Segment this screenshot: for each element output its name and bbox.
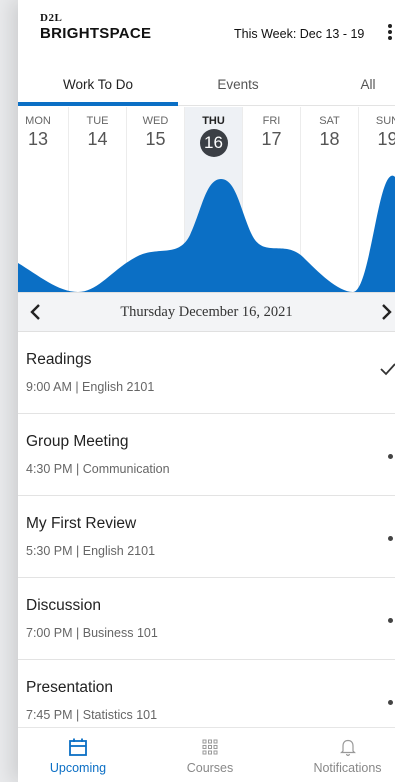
bell-icon [339, 739, 356, 757]
list-item[interactable]: Discussion 7:00 PM | Business 101 [18, 578, 395, 660]
calendar-icon [69, 738, 87, 756]
item-meta: 4:30 PM | Communication [26, 462, 170, 476]
status-dot-icon [388, 618, 393, 623]
item-title: Readings [26, 351, 92, 368]
list-item[interactable]: Readings 9:00 AM | English 2101 [18, 332, 395, 414]
item-meta: 5:30 PM | English 2101 [26, 544, 156, 558]
week-calendar: MON 13 TUE 14 WED 15 THU 16 FRI 17 SAT 1… [18, 107, 395, 292]
nav-label: Courses [186, 761, 234, 775]
workload-wave-graph [18, 175, 395, 292]
list-item[interactable]: Group Meeting 4:30 PM | Communication [18, 414, 395, 496]
status-dot-icon [388, 700, 393, 705]
nav-upcoming[interactable]: Upcoming [38, 728, 118, 782]
item-title: Discussion [26, 597, 101, 614]
grid-icon [202, 739, 218, 755]
app-header: D2L BRIGHTSPACE This Week: Dec 13 - 19 [18, 0, 395, 62]
tab-bar: Work To Do Events All [18, 66, 395, 106]
chevron-right-icon[interactable] [374, 300, 395, 324]
item-meta: 7:45 PM | Statistics 101 [26, 708, 158, 722]
more-options-icon[interactable] [388, 24, 394, 42]
item-title: Presentation [26, 679, 114, 696]
status-dot-icon [388, 454, 393, 459]
item-meta: 7:00 PM | Business 101 [26, 626, 158, 640]
nav-label: Upcoming [49, 761, 107, 775]
week-range-selector[interactable]: This Week: Dec 13 - 19 [234, 27, 364, 41]
brightspace-logo: D2L BRIGHTSPACE [40, 12, 151, 42]
date-navigation: Thursday December 16, 2021 [18, 292, 395, 332]
tab-work-to-do[interactable]: Work To Do [18, 66, 178, 106]
nav-label: Notifications [313, 761, 382, 775]
logo-main: BRIGHTSPACE [40, 25, 152, 42]
item-title: Group Meeting [26, 433, 129, 450]
tab-events[interactable]: Events [178, 66, 298, 106]
bottom-navigation: Upcoming Courses Notifications [18, 727, 395, 782]
list-item[interactable]: My First Review 5:30 PM | English 2101 [18, 496, 395, 578]
item-meta: 9:00 AM | English 2101 [26, 380, 155, 394]
logo-top: D2L [40, 12, 63, 24]
active-tab-indicator [18, 102, 178, 106]
status-dot-icon [388, 536, 393, 541]
selected-date-label: Thursday December 16, 2021 [120, 304, 293, 320]
item-title: My First Review [26, 515, 137, 532]
app-screen: D2L BRIGHTSPACE This Week: Dec 13 - 19 W… [18, 0, 395, 782]
workload-wave [18, 175, 395, 292]
nav-notifications[interactable]: Notifications [300, 728, 395, 782]
checkmark-icon [380, 363, 395, 376]
tab-all[interactable]: All [318, 66, 395, 106]
nav-courses[interactable]: Courses [170, 728, 250, 782]
